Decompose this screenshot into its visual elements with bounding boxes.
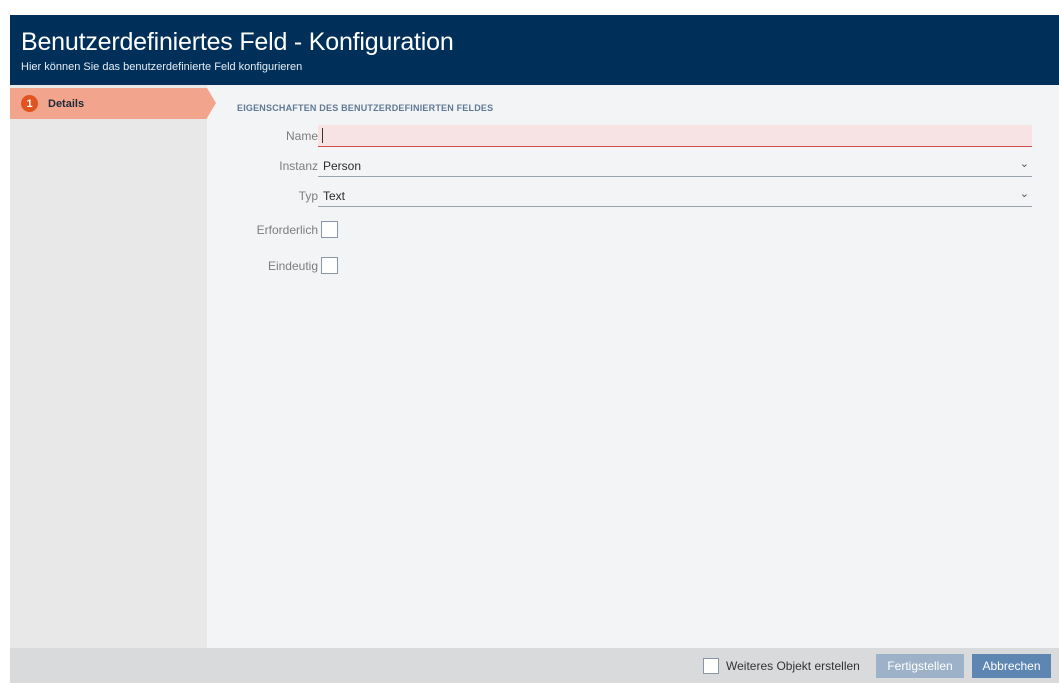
eindeutig-row: Eindeutig bbox=[207, 257, 1059, 279]
page-title: Benutzerdefiniertes Feld - Konfiguration bbox=[21, 28, 454, 56]
typ-select[interactable]: Text ⌄ bbox=[318, 185, 1032, 207]
instanz-select[interactable]: Person ⌄ bbox=[318, 155, 1032, 177]
form-area: EIGENSCHAFTEN DES BENUTZERDEFINIERTEN FE… bbox=[207, 85, 1059, 648]
page-subtitle: Hier können Sie das benutzerdefinierte F… bbox=[21, 61, 303, 73]
another-object-checkbox[interactable] bbox=[703, 658, 719, 674]
another-object-label: Weiteres Objekt erstellen bbox=[726, 659, 860, 673]
eindeutig-checkbox[interactable] bbox=[321, 257, 338, 274]
name-input[interactable] bbox=[318, 125, 1032, 147]
text-cursor bbox=[322, 128, 323, 143]
step-label: Details bbox=[48, 97, 85, 110]
typ-label: Typ bbox=[298, 189, 318, 203]
instanz-value: Person bbox=[323, 159, 362, 173]
erforderlich-checkbox[interactable] bbox=[321, 221, 338, 238]
eindeutig-label: Eindeutig bbox=[267, 259, 318, 273]
instanz-label: Instanz bbox=[279, 159, 318, 173]
wizard-step-details[interactable]: 1 Details bbox=[10, 88, 216, 119]
instanz-row: Instanz Person ⌄ bbox=[207, 155, 1059, 177]
section-title: EIGENSCHAFTEN DES BENUTZERDEFINIERTEN FE… bbox=[237, 103, 494, 113]
chevron-down-icon: ⌄ bbox=[1019, 188, 1029, 200]
name-row: Name bbox=[207, 125, 1059, 147]
window-header: Benutzerdefiniertes Feld - Konfiguration… bbox=[10, 15, 1059, 85]
step-number-badge: 1 bbox=[21, 95, 38, 112]
footer-bar: Weiteres Objekt erstellen Fertigstellen … bbox=[10, 648, 1059, 683]
finish-button[interactable]: Fertigstellen bbox=[876, 654, 964, 678]
chevron-down-icon: ⌄ bbox=[1019, 158, 1029, 170]
cancel-button[interactable]: Abbrechen bbox=[972, 654, 1051, 678]
configuration-window: Benutzerdefiniertes Feld - Konfiguration… bbox=[10, 15, 1059, 683]
erforderlich-label: Erforderlich bbox=[256, 223, 318, 237]
name-label: Name bbox=[285, 129, 318, 143]
wizard-sidebar: 1 Details bbox=[10, 85, 216, 648]
erforderlich-row: Erforderlich bbox=[207, 221, 1059, 243]
typ-value: Text bbox=[323, 189, 346, 203]
typ-row: Typ Text ⌄ bbox=[207, 185, 1059, 207]
